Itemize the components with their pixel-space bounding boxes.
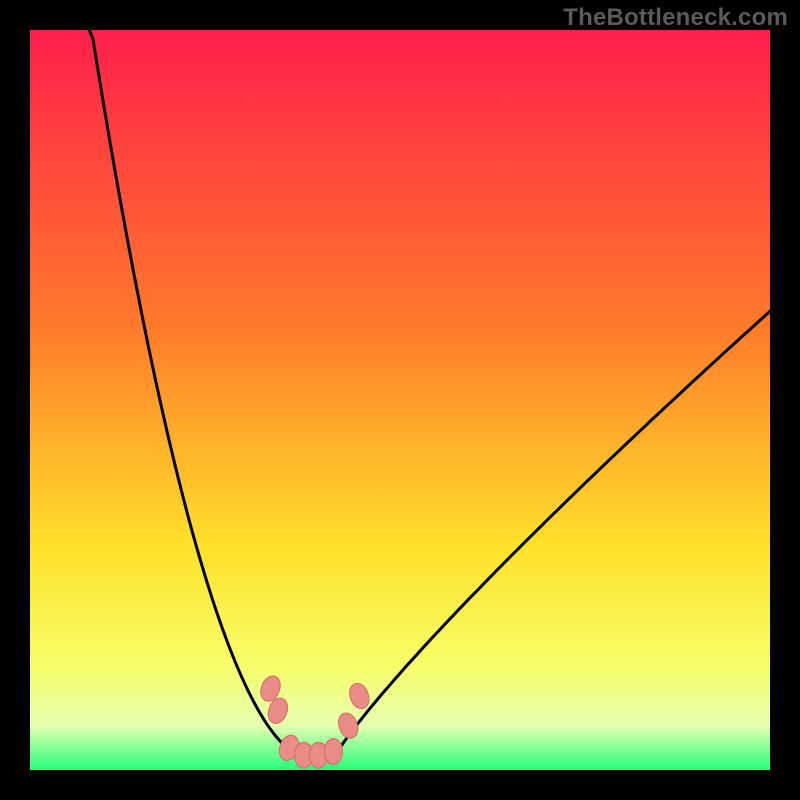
chart-frame: TheBottleneck.com [0,0,800,800]
data-marker [324,739,342,765]
gradient-background [30,30,770,770]
source-credit: TheBottleneck.com [563,4,788,32]
plot-area [30,30,770,770]
chart-svg [30,30,770,770]
